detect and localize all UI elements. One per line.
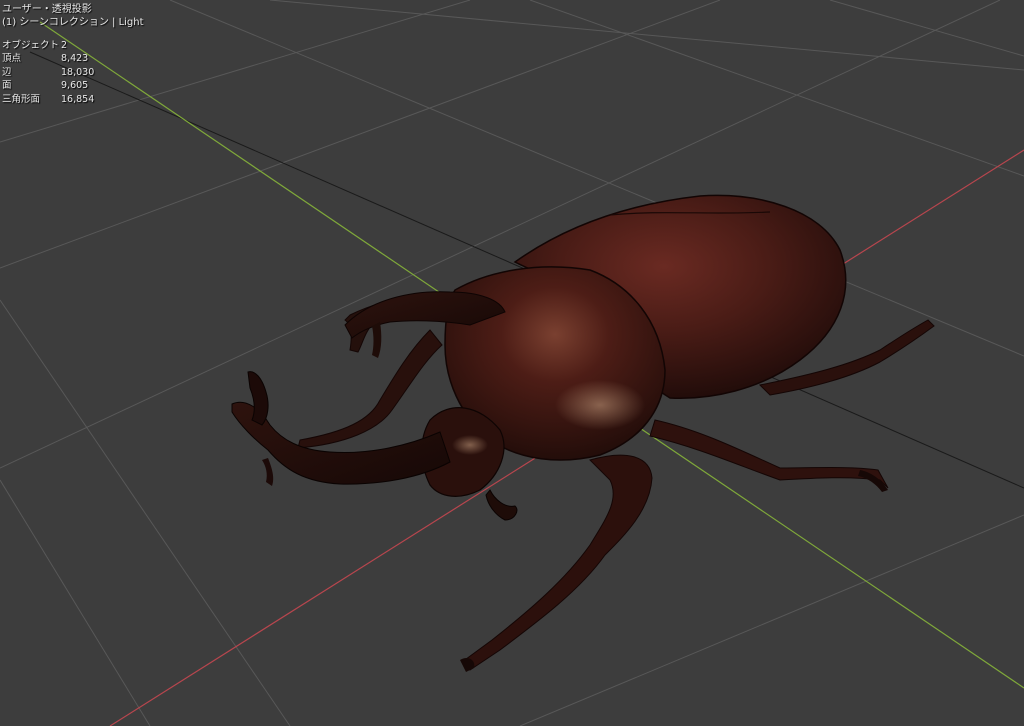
stat-label: 三角形面: [2, 93, 41, 105]
stat-label: 頂点: [2, 53, 22, 65]
stat-row-objects: オブジェクト 2: [2, 39, 94, 52]
view-label: ユーザー・透視投影: [2, 4, 92, 15]
stat-value: 2: [61, 40, 68, 51]
stat-value: 18,030: [61, 66, 95, 78]
collection-label: (1) シーンコレクション | Light: [2, 17, 144, 28]
stat-row-vertices: 頂点 8,423: [2, 52, 94, 65]
stat-row-faces: 面 9,605: [2, 79, 94, 92]
viewport-scene[interactable]: [0, 0, 1024, 726]
3d-viewport[interactable]: ユーザー・透視投影 (1) シーンコレクション | Light オブジェクト 2…: [0, 0, 1024, 726]
viewport-header-overlay: ユーザー・透視投影 (1) シーンコレクション | Light: [2, 3, 144, 29]
stat-label: オブジェクト: [2, 40, 60, 51]
stat-row-edges: 辺 18,030: [2, 66, 94, 79]
stat-value: 8,423: [61, 53, 89, 65]
scene-statistics: オブジェクト 2 頂点 8,423 辺 18,030 面 9,605 三角形面 …: [2, 39, 94, 106]
beetle-model[interactable]: [231, 194, 935, 672]
stat-value: 9,605: [61, 80, 89, 92]
stat-value: 16,854: [61, 93, 95, 105]
stat-label: 面: [2, 80, 12, 92]
stat-label: 辺: [2, 66, 12, 78]
stat-row-triangles: 三角形面 16,854: [2, 93, 94, 106]
